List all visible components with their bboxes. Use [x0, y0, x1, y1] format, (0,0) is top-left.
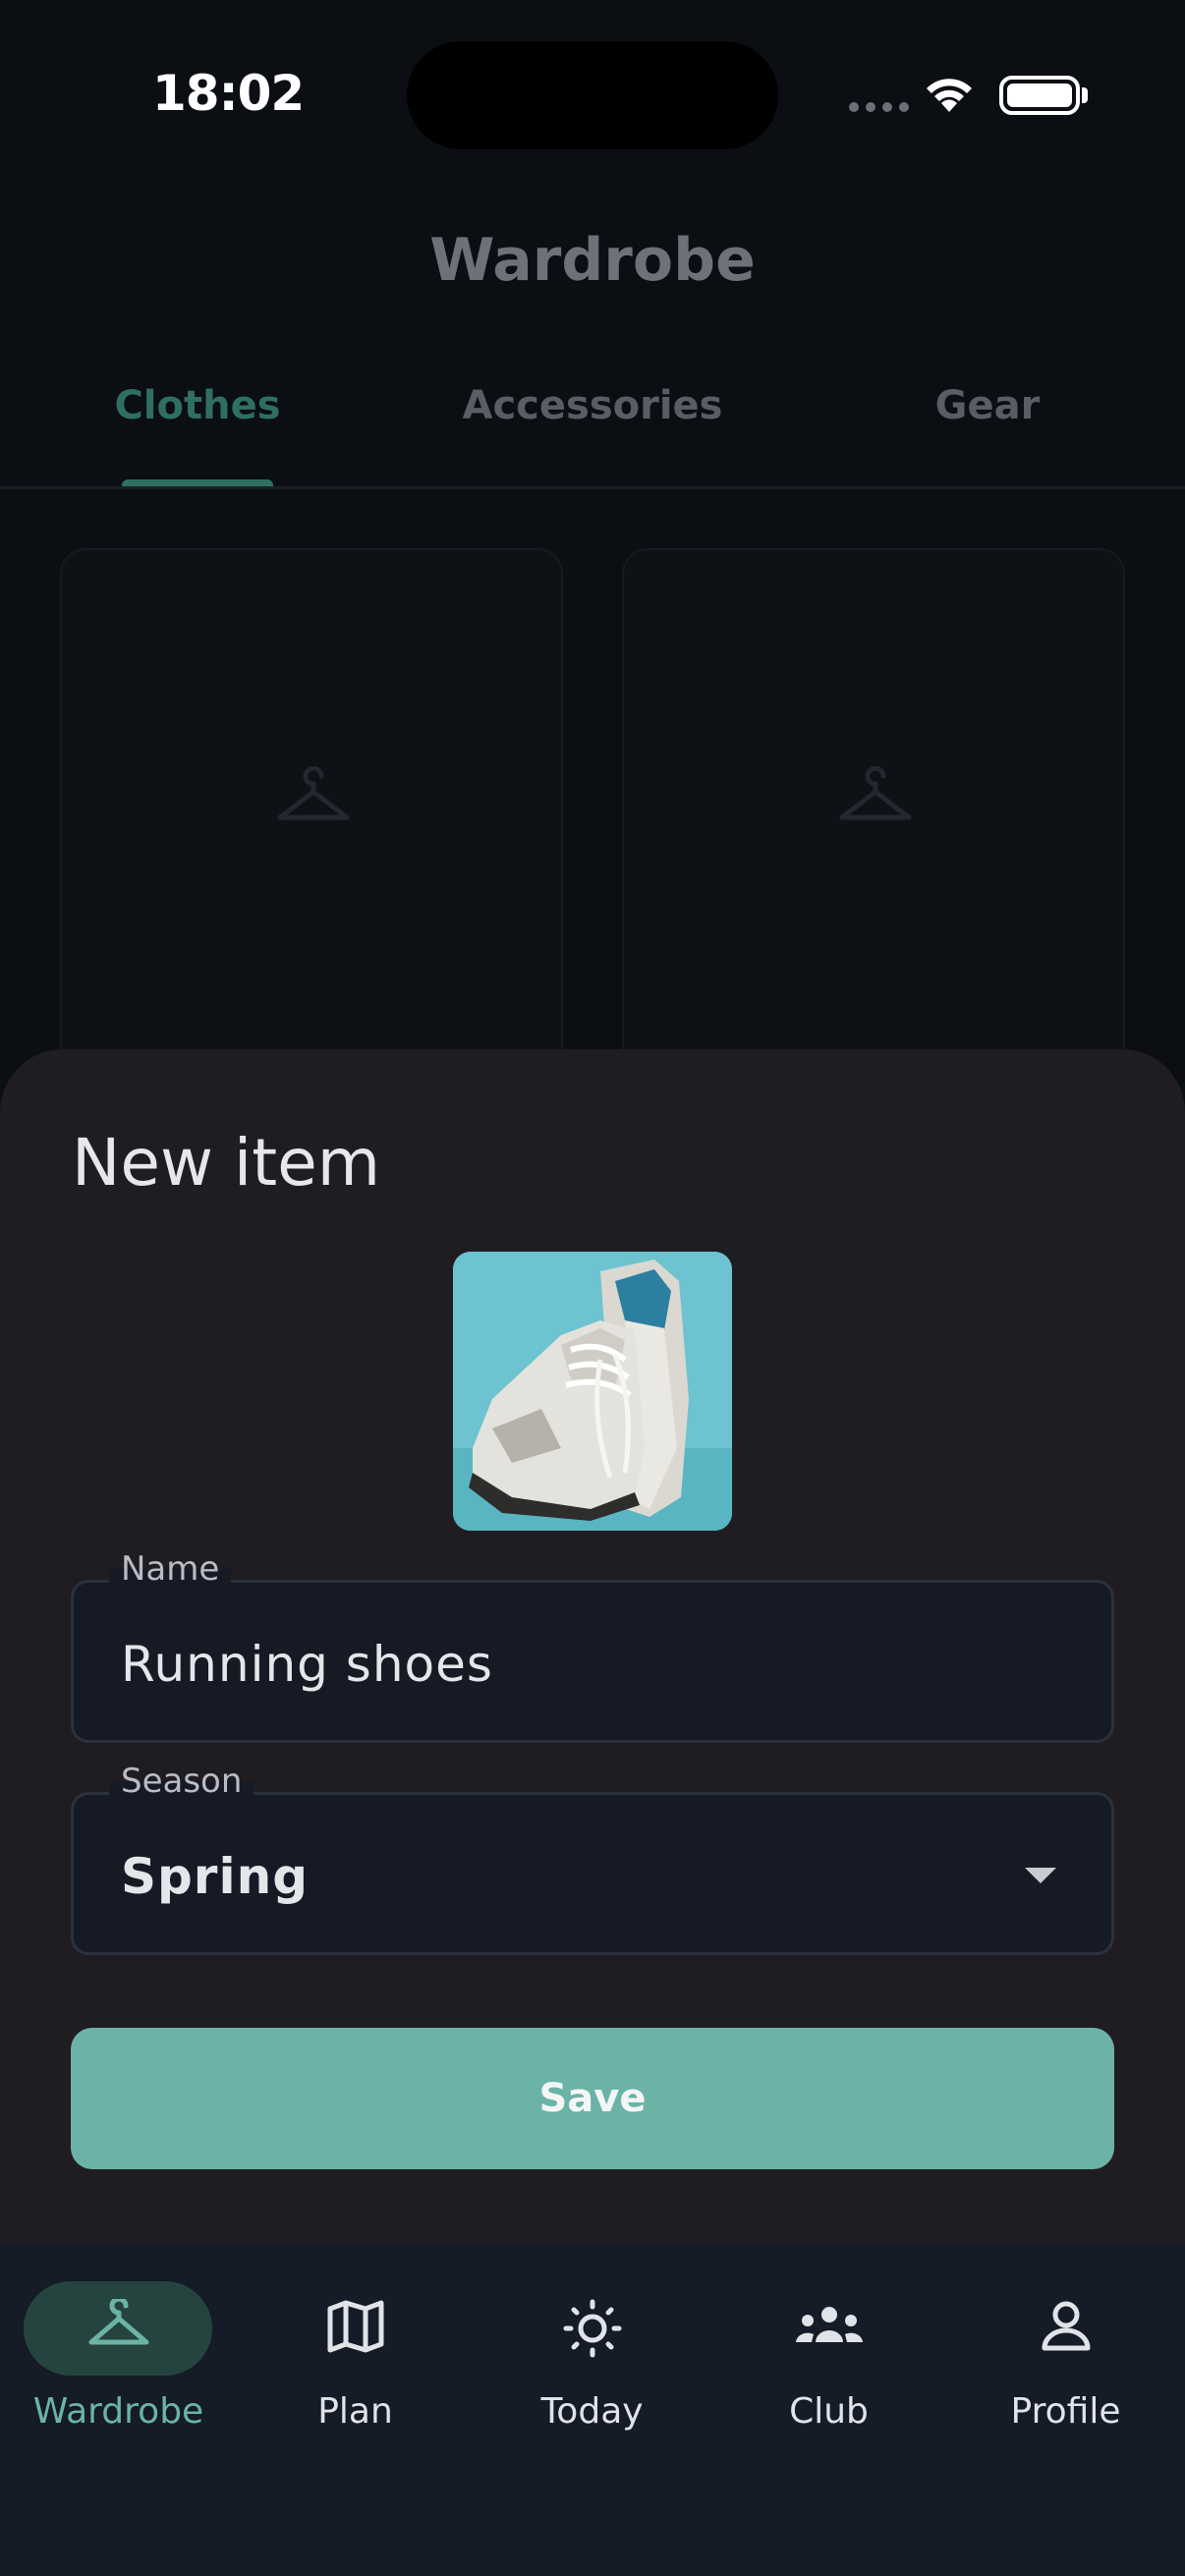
nav-label-today: Today — [540, 2391, 644, 2432]
name-field-label: Name — [109, 1549, 232, 1589]
map-icon — [327, 2300, 383, 2353]
dynamic-island — [407, 41, 778, 149]
tab-gear[interactable]: Gear — [790, 383, 1185, 428]
hanger-icon — [88, 2296, 148, 2345]
status-time: 18:02 — [152, 65, 305, 122]
wardrobe-card[interactable] — [622, 548, 1125, 1098]
battery-icon — [999, 76, 1080, 115]
hanger-icon — [277, 766, 350, 820]
nav-item-today[interactable]: Today — [474, 2242, 710, 2468]
tab-accessories[interactable]: Accessories — [395, 383, 790, 428]
cellular-signal-icon — [849, 102, 909, 112]
page-title: Wardrobe — [429, 226, 756, 295]
nav-item-wardrobe[interactable]: Wardrobe — [0, 2242, 237, 2468]
nav-label-plan: Plan — [317, 2391, 393, 2432]
sheet-title: New item — [72, 1125, 381, 1201]
tab-clothes[interactable]: Clothes — [0, 383, 395, 428]
wifi-icon — [927, 79, 972, 112]
item-photo[interactable] — [453, 1252, 732, 1531]
nav-label-wardrobe: Wardrobe — [32, 2391, 204, 2432]
nav-label-profile: Profile — [1010, 2391, 1121, 2432]
tab-bar: Clothes Accessories Gear — [0, 383, 1185, 491]
group-icon — [795, 2307, 863, 2342]
sun-icon — [563, 2299, 621, 2358]
name-field[interactable]: Name Running shoes — [71, 1549, 1114, 1743]
nav-label-club: Club — [789, 2391, 869, 2432]
hanger-icon — [839, 766, 912, 820]
tabs-divider — [0, 486, 1185, 489]
season-select-value[interactable]: Spring — [121, 1848, 309, 1905]
dropdown-caret-icon[interactable] — [1025, 1868, 1056, 1883]
nav-item-club[interactable]: Club — [710, 2242, 947, 2468]
bottom-navigation: Wardrobe Plan Today Club Profile — [0, 2242, 1185, 2576]
person-icon — [1042, 2301, 1090, 2351]
save-button[interactable]: Save — [71, 2028, 1114, 2169]
season-field-label: Season — [109, 1762, 254, 1801]
app-screen: 18:02 Wardrobe Clothes Accessories Gear … — [0, 0, 1185, 2576]
name-field-value[interactable]: Running shoes — [121, 1636, 493, 1693]
battery-tip — [1082, 87, 1088, 103]
nav-item-plan[interactable]: Plan — [237, 2242, 474, 2468]
wardrobe-card[interactable] — [60, 548, 563, 1098]
running-shoes-image — [453, 1252, 732, 1531]
season-select[interactable]: Season Spring — [71, 1762, 1114, 1955]
nav-item-profile[interactable]: Profile — [947, 2242, 1184, 2468]
